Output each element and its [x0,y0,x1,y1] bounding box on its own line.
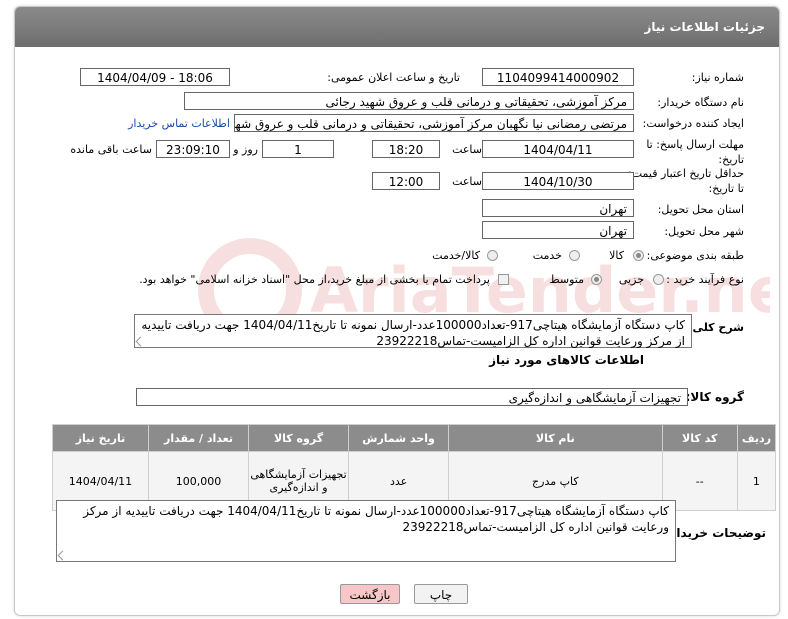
province-field: تهران [482,199,634,217]
goods-group-label: گروه کالا: [685,390,744,404]
reply-time-field: 18:20 [372,140,440,158]
table-cell: 1 [736,451,777,511]
purchase-type-label: نوع فرآیند خرید : [666,273,744,286]
print-button[interactable]: چاپ [414,584,468,604]
col-header: گروه کالا [248,424,350,452]
purchase-medium-radio[interactable] [591,274,602,285]
category-goods-radio[interactable] [633,250,644,261]
col-header: کد کالا [661,424,738,452]
reply-time-label: ساعت [452,143,482,156]
payment-note: پرداخت تمام یا بخشی از مبلغ خرید،از محل … [139,273,490,286]
category-both-label: کالا/خدمت [432,249,480,262]
treasury-payment-checkbox[interactable] [498,274,509,285]
col-header: ردیف [736,424,777,452]
col-header: تاریخ نیاز [52,424,149,452]
buyer-org-label: نام دستگاه خریدار: [657,96,744,109]
days-label: روز و [233,143,258,156]
buyer-notes-text: کاپ دستگاه آزمایشگاه هیتاچی917-تعداد1000… [83,504,669,534]
resize-grip-icon[interactable] [57,550,68,561]
remaining-time-field: 23:09:10 [156,140,230,158]
creator-field: مرتضی رمضانی نیا نگهبان مرکز آموزشی، تحق… [234,114,634,132]
announce-field: 1404/04/09 - 18:06 [80,68,230,86]
creator-label: ایجاد کننده درخواست: [642,117,744,130]
reply-deadline-label: مهلت ارسال پاسخ: تا تاریخ: [646,138,744,166]
reply-date-field: 1404/04/11 [482,140,634,158]
col-header: نام کالا [448,424,663,452]
card-header: جزئیات اطلاعات نیاز [15,7,779,47]
goods-section-title: اطلاعات کالاهای مورد نیاز [489,353,644,367]
summary-text: کاپ دستگاه آزمایشگاه هیتاچی917-تعداد1000… [141,318,685,348]
province-label: استان محل تحویل: [657,203,744,216]
category-service-radio[interactable] [569,250,580,261]
city-label: شهر محل تحویل: [664,225,744,238]
table-header-row: ردیف کد کالا نام کالا واحد شمارش گروه کا… [52,424,777,452]
remaining-label: ساعت باقی مانده [70,143,152,156]
need-number-field: 1104099414000902 [482,68,634,86]
purchase-medium-label: متوسط [549,273,584,286]
days-field: 1 [262,140,334,158]
purchase-partial-label: جزیی [618,273,644,286]
back-button[interactable]: بازگشت [340,584,400,604]
announce-label: تاریخ و ساعت اعلان عمومی: [327,71,460,84]
city-field: تهران [482,221,634,239]
price-date-field: 1404/10/30 [482,172,634,190]
col-header: تعداد / مقدار [147,424,250,452]
price-time-label: ساعت [452,175,482,188]
buyer-notes-label: توضیحات خریدار: [664,526,766,540]
items-table: ردیف کد کالا نام کالا واحد شمارش گروه کا… [52,424,777,511]
category-goods-label: کالا [609,249,624,262]
col-header: واحد شمارش [348,424,450,452]
price-time-field: 12:00 [372,172,440,190]
resize-grip-icon[interactable] [135,336,146,347]
category-label: طبقه بندی موضوعی: [646,249,744,262]
buyer-notes-textarea[interactable]: کاپ دستگاه آزمایشگاه هیتاچی917-تعداد1000… [56,500,676,562]
need-number-label: شماره نیاز: [691,71,744,84]
purchase-partial-radio[interactable] [653,274,664,285]
price-validity-label: حداقل تاریخ اعتبار قیمت: تا تاریخ: [628,167,744,195]
category-service-label: خدمت [532,249,562,262]
summary-textarea[interactable]: کاپ دستگاه آزمایشگاه هیتاچی917-تعداد1000… [134,314,692,348]
page-title: جزئیات اطلاعات نیاز [644,20,765,34]
buyer-contact-link[interactable]: اطلاعات تماس خریدار [128,117,230,130]
goods-group-field: تجهیزات آزمایشگاهی و اندازه‌گیری [136,388,688,406]
category-both-radio[interactable] [487,250,498,261]
buyer-org-field: مرکز آموزشی، تحقیقاتی و درمانی قلب و عرو… [184,92,634,110]
